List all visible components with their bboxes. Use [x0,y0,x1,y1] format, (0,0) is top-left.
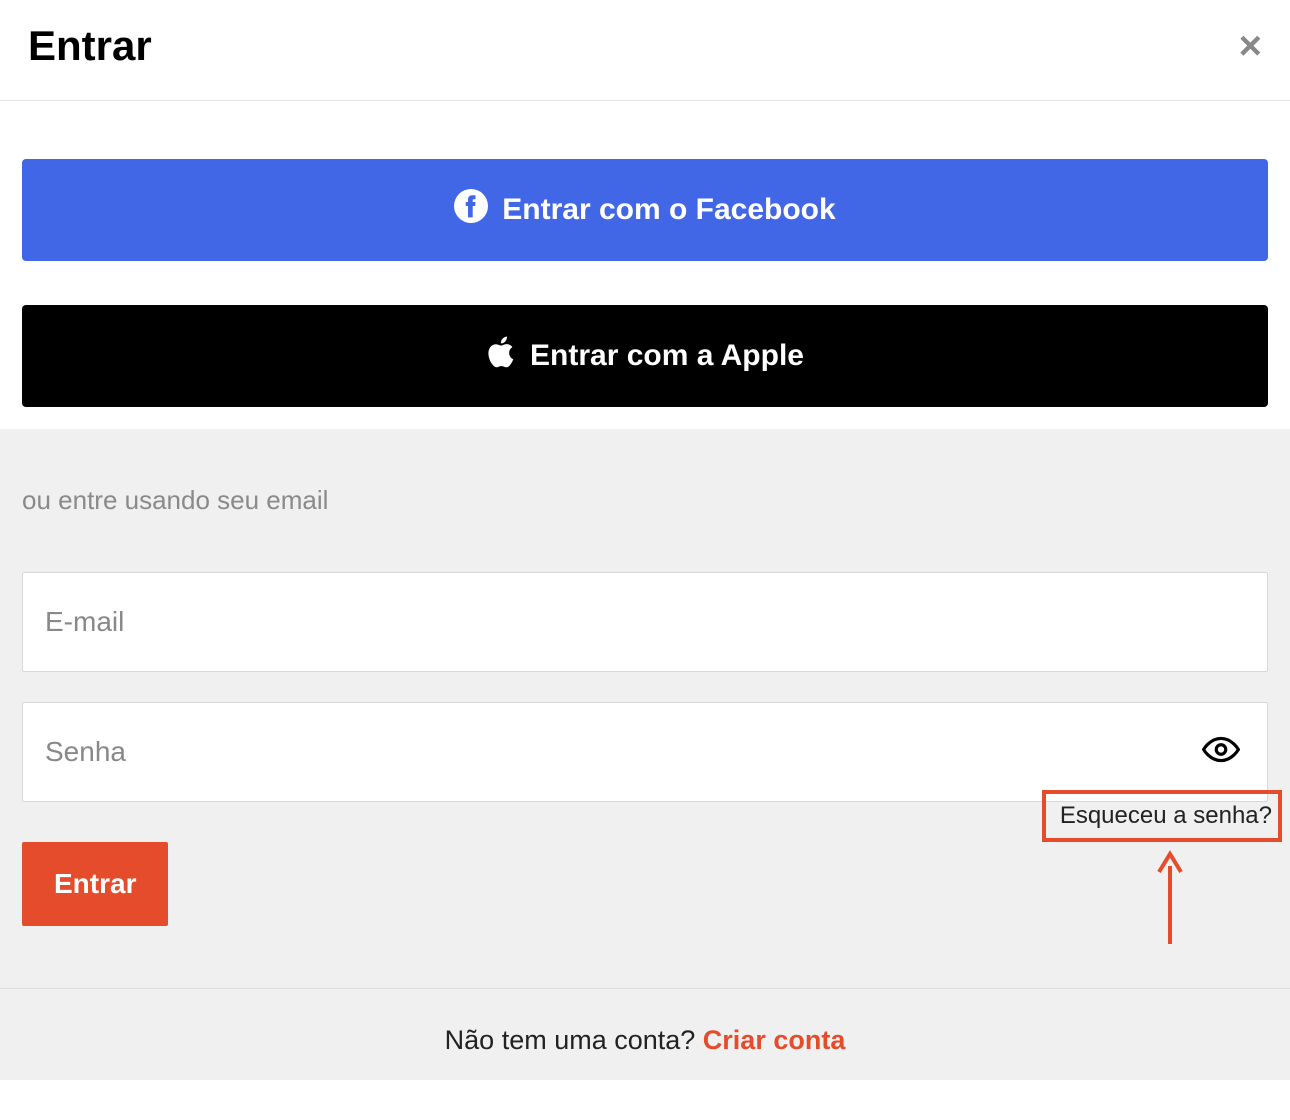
facebook-login-label: Entrar com o Facebook [502,193,835,227]
email-input[interactable] [22,572,1268,672]
forgot-password-row: Esqueceu a senha? [22,790,1268,842]
apple-login-label: Entrar com a Apple [530,339,804,373]
facebook-icon [454,189,488,231]
password-input[interactable] [22,702,1268,802]
forgot-password-link[interactable]: Esqueceu a senha? [1060,802,1272,829]
modal-title: Entrar [28,22,152,70]
facebook-login-button[interactable]: Entrar com o Facebook [22,159,1268,261]
email-login-section: ou entre usando seu email Esqueceu a sen… [0,429,1290,948]
signup-footer: Não tem uma conta? Criar conta [0,988,1290,1080]
password-wrapper [22,702,1268,802]
spacer [0,948,1290,988]
social-login-section: Entrar com o Facebook Entrar com a Apple [0,101,1290,429]
submit-row: Entrar [22,842,1268,926]
email-prompt-text: ou entre usando seu email [22,485,1268,516]
close-icon[interactable]: × [1239,26,1262,66]
submit-login-button[interactable]: Entrar [22,842,168,926]
signup-prompt-text: Não tem uma conta? [445,1025,703,1055]
annotation-highlight-box: Esqueceu a senha? [1042,790,1282,842]
modal-header: Entrar × [0,0,1290,101]
apple-login-button[interactable]: Entrar com a Apple [22,305,1268,407]
eye-icon[interactable] [1202,731,1240,774]
arrow-up-icon [1156,848,1184,949]
apple-icon [486,335,516,377]
create-account-link[interactable]: Criar conta [703,1025,846,1055]
